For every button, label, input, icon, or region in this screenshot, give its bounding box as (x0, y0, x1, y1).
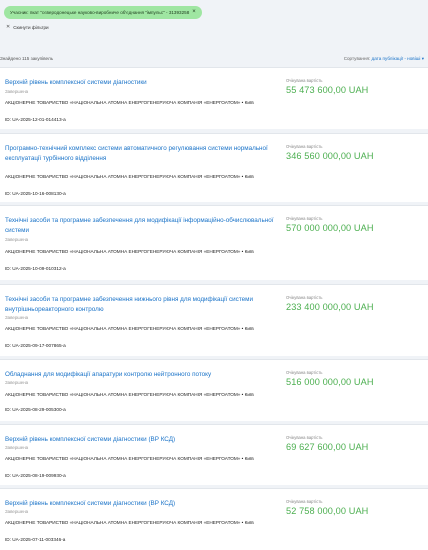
tender-title[interactable]: Верхній рівень комплексної системи діагн… (5, 435, 275, 445)
sort-value: дата публікації - новіші (371, 56, 421, 61)
expected-value-label: Очікувана вартість (286, 144, 323, 149)
expected-value: 516 000 000,00 UAH (286, 377, 374, 387)
participant-filter-chip[interactable]: Учасник: пкат "сєверодонецьке науково-ви… (4, 6, 202, 19)
tender-id: ID: UA-2025-08-29-005300-a (5, 407, 66, 412)
tender-card[interactable]: Обладнання для модифікації апаратури кон… (0, 359, 428, 421)
tender-status: Завершена (5, 315, 29, 320)
reset-filters-label: Скинути фільтри (13, 24, 49, 30)
tender-status: Завершена (5, 509, 29, 514)
expected-value: 233 400 000,00 UAH (286, 302, 374, 312)
tender-title[interactable]: Обладнання для модифікації апаратури кон… (5, 370, 275, 380)
results-count: Знайдено 115 закупівель (0, 56, 54, 61)
tender-title[interactable]: Технічні засоби та програмне забезпеченн… (5, 295, 275, 314)
expected-value-label: Очікувана вартість (286, 435, 323, 440)
tender-card[interactable]: Верхній рівень комплексної системи діагн… (0, 67, 428, 129)
tender-organization: АКЦІОНЕРНЕ ТОВАРИСТВО «НАЦІОНАЛЬНА АТОМН… (5, 392, 254, 397)
tender-id: ID: UA-2025-07-11-003346-a (5, 537, 66, 542)
tender-organization: АКЦІОНЕРНЕ ТОВАРИСТВО «НАЦІОНАЛЬНА АТОМН… (5, 326, 254, 331)
tender-organization: АКЦІОНЕРНЕ ТОВАРИСТВО «НАЦІОНАЛЬНА АТОМН… (5, 174, 254, 179)
expected-value-label: Очікувана вартість (286, 216, 323, 221)
close-icon[interactable]: × (192, 6, 196, 19)
tender-id: ID: UA-2025-10-09-010312-a (5, 266, 66, 271)
tender-id: ID: UA-2025-09-17-007865-a (5, 343, 66, 348)
tender-organization: АКЦІОНЕРНЕ ТОВАРИСТВО «НАЦІОНАЛЬНА АТОМН… (5, 456, 254, 461)
tender-title[interactable]: Верхній рівень комплексної системи діагн… (5, 78, 275, 88)
tender-status: Завершена (5, 89, 29, 94)
tender-organization: АКЦІОНЕРНЕ ТОВАРИСТВО «НАЦІОНАЛЬНА АТОМН… (5, 249, 254, 254)
filter-bar: Учасник: пкат "сєверодонецьке науково-ви… (0, 0, 428, 45)
sort-selector[interactable]: Сортування: дата публікації - новіші ▾ (344, 56, 424, 62)
tender-organization: АКЦІОНЕРНЕ ТОВАРИСТВО «НАЦІОНАЛЬНА АТОМН… (5, 520, 254, 525)
chevron-down-icon: ▾ (421, 56, 424, 61)
expected-value: 55 473 600,00 UAH (286, 85, 369, 95)
expected-value-label: Очікувана вартість (286, 78, 323, 83)
tender-card[interactable]: Технічні засоби та програмне забезпеченн… (0, 284, 428, 356)
tender-status: Завершена (5, 445, 29, 450)
sort-prefix: Сортування: (343, 56, 371, 61)
tender-status: Завершена (5, 237, 29, 242)
results-bar: Знайдено 115 закупівель Сортування: дата… (0, 56, 428, 66)
tender-title[interactable]: Технічні засоби та програмне забезпеченн… (5, 216, 275, 235)
expected-value-label: Очікувана вартість (286, 370, 323, 375)
tender-card[interactable]: Технічні засоби та програмне забезпеченн… (0, 205, 428, 280)
tender-id: ID: UA-2025-12-01-014413-a (5, 117, 66, 122)
reset-filters-button[interactable]: ✕ Скинути фільтри (6, 24, 49, 30)
tender-title[interactable]: Верхній рівень комплексної системи діагн… (5, 499, 275, 509)
expected-value-label: Очікувана вартість (286, 295, 323, 300)
expected-value: 52 758 000,00 UAH (286, 506, 369, 516)
tender-status: Завершена (5, 380, 29, 385)
tender-id: ID: UA-2025-08-19-009930-a (5, 473, 66, 478)
expected-value: 346 560 000,00 UAH (286, 151, 374, 161)
expected-value: 69 627 600,00 UAH (286, 442, 369, 452)
close-icon: ✕ (6, 24, 11, 30)
tender-title[interactable]: Програмно-технічний комплекс системи авт… (5, 144, 275, 163)
tender-card[interactable]: Верхній рівень комплексної системи діагн… (0, 488, 428, 550)
tender-card[interactable]: Програмно-технічний комплекс системи авт… (0, 133, 428, 202)
expected-value-label: Очікувана вартість (286, 499, 323, 504)
tender-id: ID: UA-2025-10-16-008130-a (5, 191, 66, 196)
tender-organization: АКЦІОНЕРНЕ ТОВАРИСТВО «НАЦІОНАЛЬНА АТОМН… (5, 100, 254, 105)
tender-card[interactable]: Верхній рівень комплексної системи діагн… (0, 424, 428, 485)
filter-chip-label: Учасник: пкат "сєверодонецьке науково-ви… (10, 10, 190, 15)
expected-value: 570 000 000,00 UAH (286, 223, 374, 233)
